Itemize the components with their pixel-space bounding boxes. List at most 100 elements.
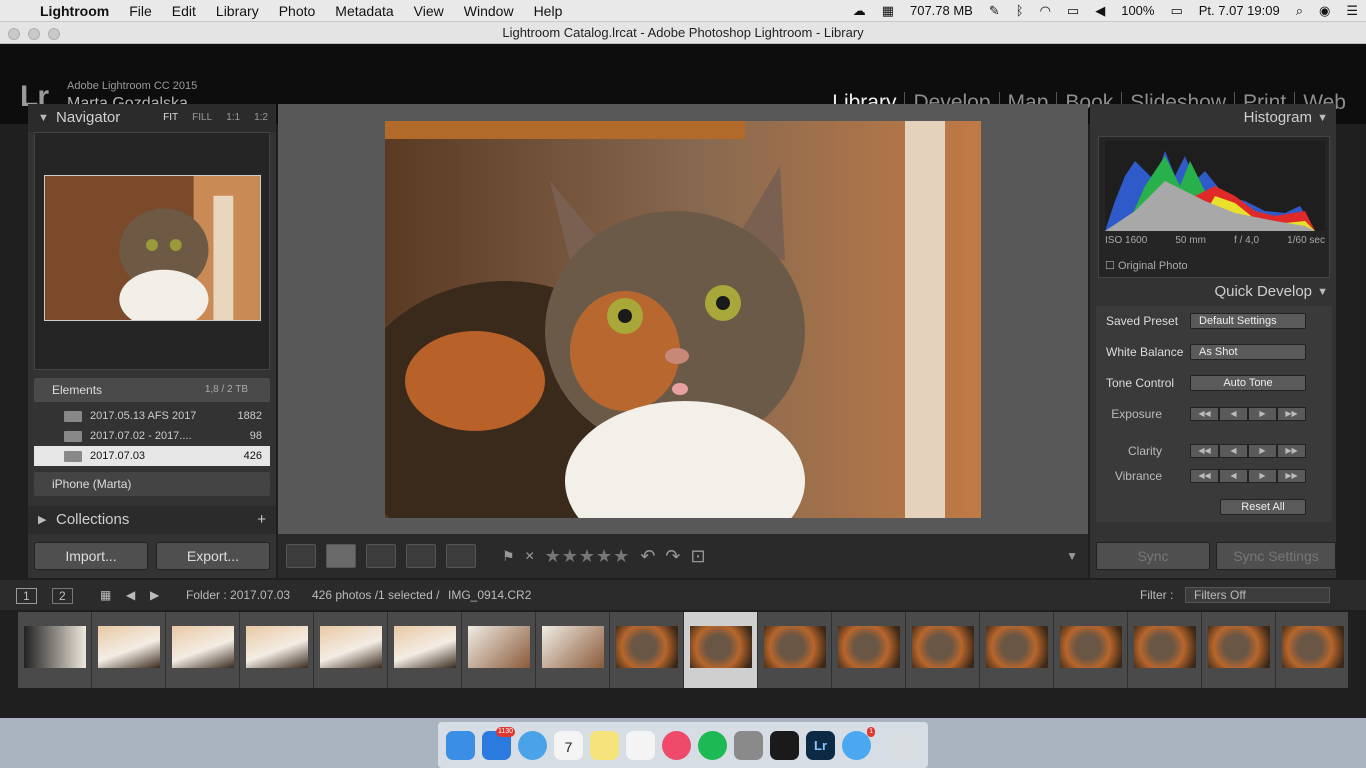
compare-view-icon[interactable] — [366, 544, 396, 568]
filmstrip-thumbnail[interactable] — [832, 612, 906, 688]
spotify-icon[interactable] — [698, 730, 727, 760]
battery-icon[interactable]: ▭ — [1162, 3, 1190, 19]
filmstrip-thumbnail[interactable] — [1276, 612, 1348, 688]
navigator-thumbnail[interactable] — [44, 175, 261, 321]
menu-window[interactable]: Window — [454, 0, 524, 22]
navigator-preview[interactable] — [34, 132, 270, 370]
filmstrip-thumbnail[interactable] — [92, 612, 166, 688]
filmstrip-thumbnail[interactable] — [1054, 612, 1128, 688]
filmstrip-thumbnail[interactable] — [906, 612, 980, 688]
vibrance-steppers[interactable]: ◀◀ ◀ ▶ ▶▶ — [1190, 469, 1306, 483]
histogram[interactable]: ISO 1600 50 mm f / 4,0 1/60 sec ☐ Origin… — [1098, 136, 1330, 278]
calendar-icon[interactable]: 7 — [554, 730, 583, 760]
histogram-header[interactable]: Histogram ▼ — [1090, 104, 1336, 132]
rotate-left-icon[interactable]: ↶ — [640, 546, 655, 567]
menu-edit[interactable]: Edit — [162, 0, 206, 22]
folder-item[interactable]: 2017.07.02 - 2017.... 98 — [34, 426, 270, 446]
clock[interactable]: Pt. 7.07 19:09 — [1191, 3, 1288, 18]
zoom-window-button[interactable] — [48, 28, 60, 40]
filmstrip-thumbnail[interactable] — [18, 612, 92, 688]
messages-icon[interactable]: 1 — [842, 726, 875, 760]
music-icon[interactable] — [662, 730, 691, 760]
grid-view-icon[interactable] — [286, 544, 316, 568]
filmstrip-thumbnail[interactable] — [388, 612, 462, 688]
spotlight-icon[interactable]: ⌕ — [1288, 3, 1311, 19]
zoom-1-1[interactable]: 1:1 — [226, 104, 240, 132]
folder-item-selected[interactable]: 2017.07.03 426 — [34, 446, 270, 466]
window-1-button[interactable]: 1 — [16, 588, 37, 604]
forward-arrow-icon[interactable]: ▶ — [150, 588, 159, 602]
selected-filename[interactable]: IMG_0914.CR2 — [448, 588, 531, 602]
folder-item[interactable]: 2017.05.13 AFS 2017 1882 — [34, 406, 270, 426]
filmstrip-thumbnail[interactable] — [536, 612, 610, 688]
rating-stars[interactable]: ★★★★★ — [545, 546, 631, 567]
grid-icon[interactable]: ▦ — [100, 588, 111, 602]
checkbox-icon[interactable]: ☐ — [1105, 260, 1115, 272]
auto-tone-button[interactable]: Auto Tone — [1190, 375, 1306, 391]
bluetooth-icon[interactable]: ᛒ — [1008, 3, 1032, 18]
collapse-triangle-icon[interactable]: ▼ — [1317, 104, 1328, 132]
trash-icon[interactable] — [890, 730, 919, 760]
main-photo[interactable] — [385, 121, 981, 518]
memory-icon[interactable]: ▦ — [874, 3, 902, 19]
zoom-1-2[interactable]: 1:2 — [254, 104, 268, 132]
filmstrip-thumbnail[interactable] — [1202, 612, 1276, 688]
pen-icon[interactable]: ✎ — [981, 3, 1008, 19]
minimize-window-button[interactable] — [28, 28, 40, 40]
rotate-right-icon[interactable]: ↷ — [665, 546, 680, 567]
memory-readout[interactable]: 707.78 MB — [902, 3, 981, 18]
system-preferences-icon[interactable] — [734, 730, 763, 760]
import-button[interactable]: Import... — [34, 542, 148, 570]
filmstrip-thumbnail[interactable] — [684, 612, 758, 688]
filmstrip-thumbnail[interactable] — [758, 612, 832, 688]
flag-icon[interactable]: ⚑ — [502, 548, 515, 565]
airplay-icon[interactable]: ▭ — [1059, 3, 1087, 19]
sync-settings-button[interactable]: Sync Settings — [1216, 542, 1336, 570]
activity-monitor-icon[interactable] — [770, 730, 799, 760]
clarity-steppers[interactable]: ◀◀ ◀ ▶ ▶▶ — [1190, 444, 1306, 458]
white-balance-select[interactable]: As Shot — [1190, 344, 1306, 360]
people-view-icon[interactable] — [446, 544, 476, 568]
expand-triangle-icon[interactable]: ▶ — [38, 506, 46, 534]
exposure-steppers[interactable]: ◀◀ ◀ ▶ ▶▶ — [1190, 407, 1306, 421]
device-iphone[interactable]: iPhone (Marta) — [34, 472, 270, 496]
reject-flag-icon[interactable]: ✕ — [525, 549, 535, 563]
filmstrip-thumbnail[interactable] — [240, 612, 314, 688]
filmstrip-thumbnail[interactable] — [462, 612, 536, 688]
collapse-triangle-icon[interactable]: ▼ — [1317, 278, 1328, 306]
saved-preset-select[interactable]: Default Settings — [1190, 313, 1306, 329]
filmstrip-thumbnail[interactable] — [980, 612, 1054, 688]
menu-library[interactable]: Library — [206, 0, 269, 22]
menu-app[interactable]: Lightroom — [30, 0, 119, 22]
crop-overlay-icon[interactable]: ⊡ — [691, 546, 706, 567]
finder-icon[interactable] — [446, 730, 475, 760]
survey-view-icon[interactable] — [406, 544, 436, 568]
notification-center-icon[interactable]: ☰ — [1338, 3, 1366, 19]
loupe-view-icon[interactable] — [326, 544, 356, 568]
menu-photo[interactable]: Photo — [269, 0, 326, 22]
reminders-icon[interactable] — [626, 730, 655, 760]
wifi-icon[interactable]: ◠ — [1032, 3, 1059, 19]
collapse-triangle-icon[interactable]: ▼ — [38, 104, 49, 132]
safari-icon[interactable] — [518, 730, 547, 760]
volume-icon[interactable]: ◀ — [1087, 3, 1113, 19]
back-arrow-icon[interactable]: ◀ — [126, 588, 135, 602]
toolbar-options-chevron-icon[interactable]: ▼ — [1066, 549, 1078, 563]
export-button[interactable]: Export... — [156, 542, 270, 570]
zoom-fill[interactable]: FILL — [192, 104, 212, 132]
menu-help[interactable]: Help — [524, 0, 573, 22]
filmstrip-thumbnail[interactable] — [166, 612, 240, 688]
quick-develop-header[interactable]: Quick Develop ▼ — [1090, 278, 1336, 306]
menu-file[interactable]: File — [119, 0, 162, 22]
menu-view[interactable]: View — [404, 0, 454, 22]
lightroom-dock-icon[interactable]: Lr — [806, 730, 835, 760]
filmstrip-thumbnail[interactable] — [610, 612, 684, 688]
battery-percent[interactable]: 100% — [1113, 3, 1162, 18]
filmstrip-thumbnail[interactable] — [1128, 612, 1202, 688]
original-photo-checkbox[interactable]: ☐ Original Photo — [1105, 259, 1188, 272]
notes-icon[interactable] — [590, 730, 619, 760]
filter-select[interactable]: Filters Off — [1185, 587, 1330, 603]
zoom-fit[interactable]: FIT — [163, 104, 178, 132]
add-collection-icon[interactable]: + — [257, 506, 266, 534]
volume-elements[interactable]: Elements 1,8 / 2 TB — [34, 378, 270, 402]
